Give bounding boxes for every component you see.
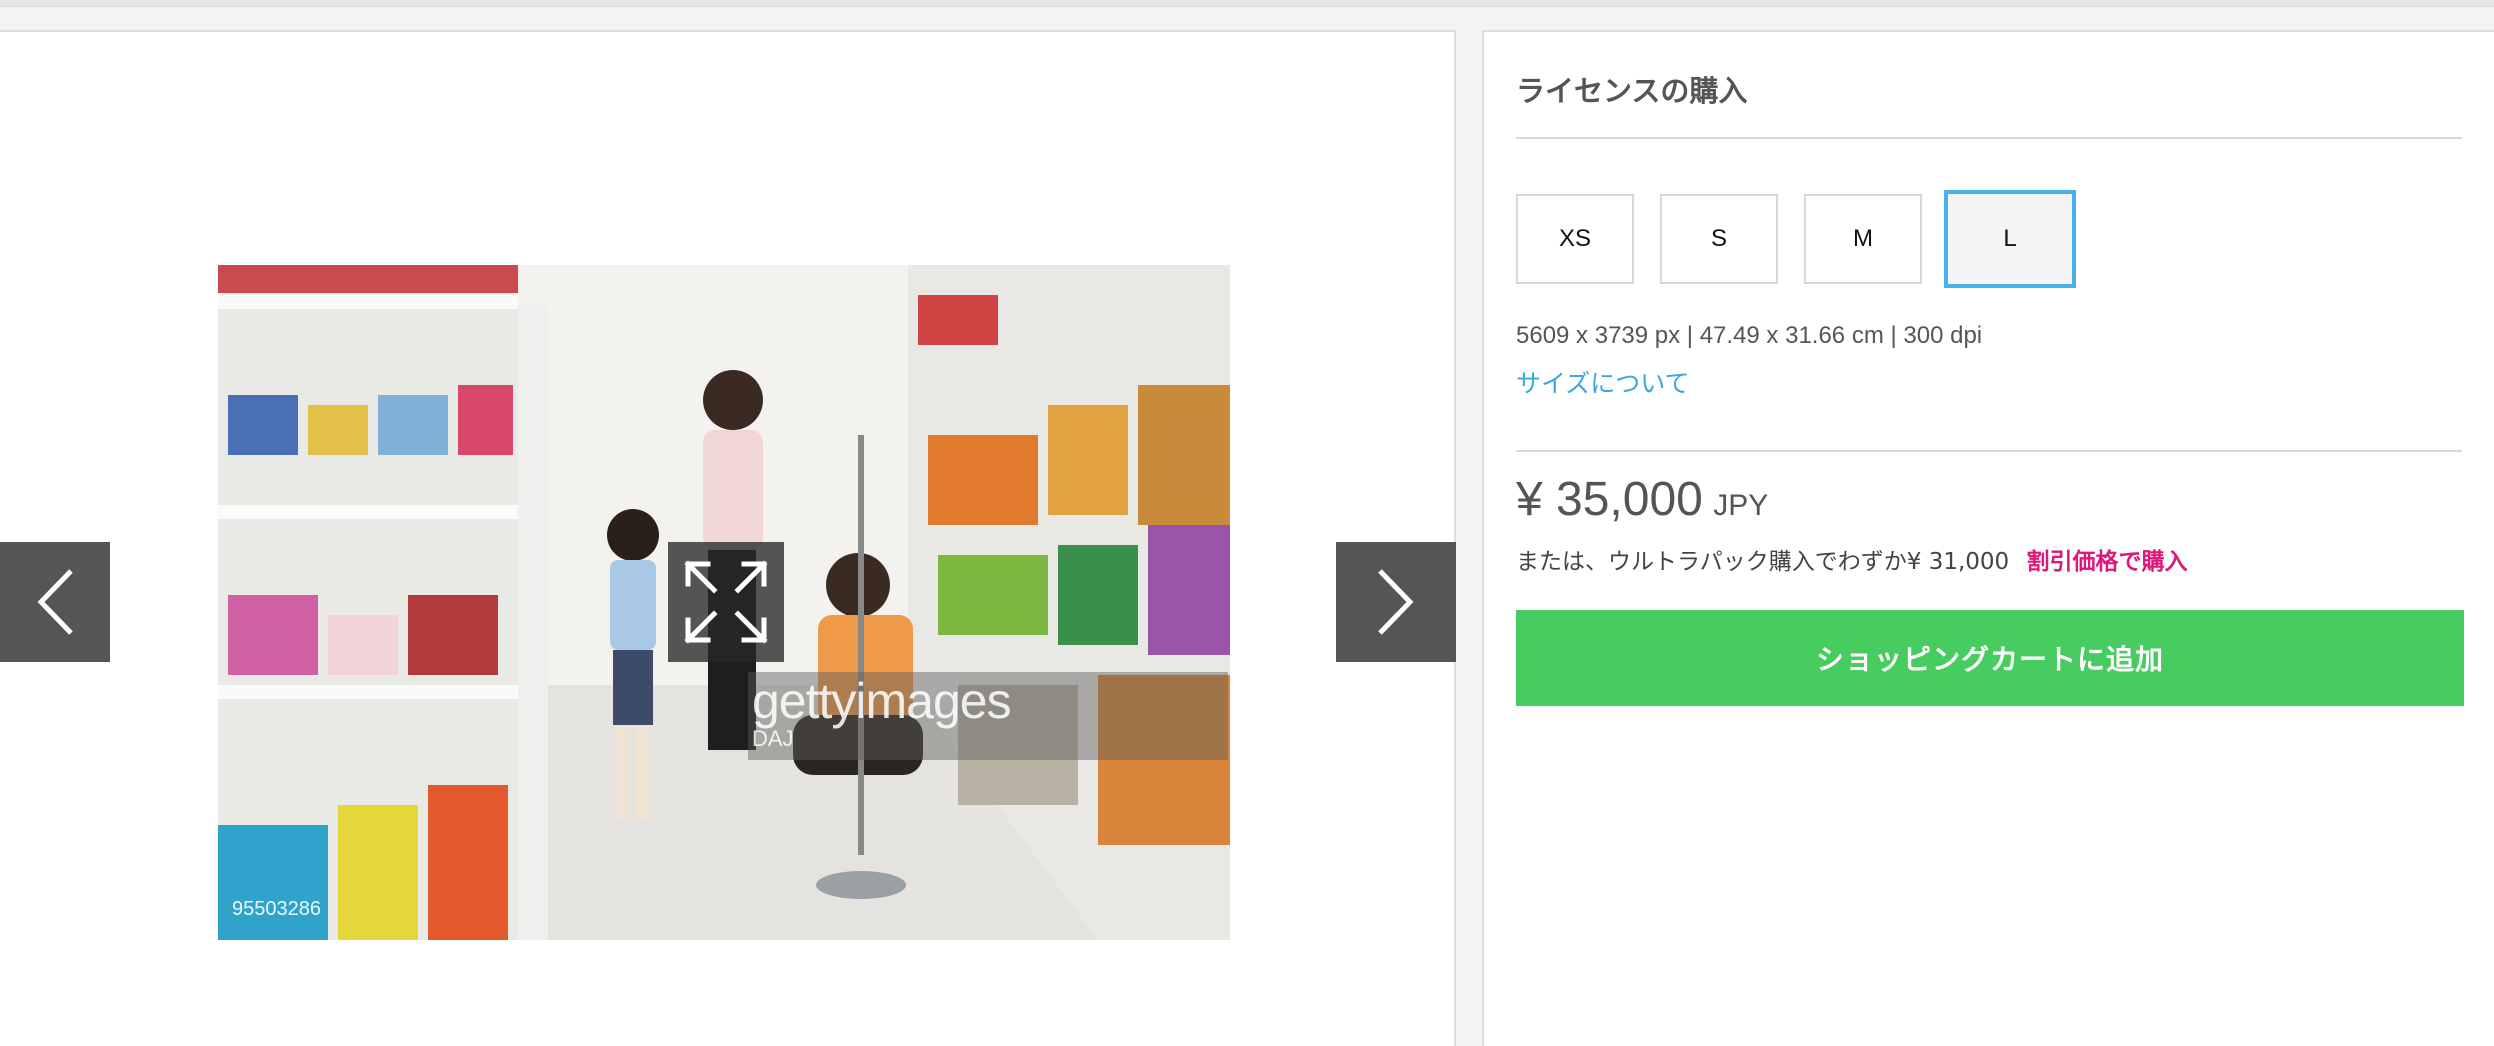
- ultrapack-offer-text: または、ウルトラパック購入でわずか¥ 31,000: [1516, 549, 2010, 575]
- chevron-right-icon: [1378, 569, 1414, 635]
- previous-image-button[interactable]: [0, 542, 110, 662]
- expand-icon: [684, 560, 768, 644]
- license-panel: ライセンスの購入 XS S M L 5609 x 3739 px | 47.49…: [1482, 30, 2494, 1046]
- browser-top-strip: [0, 0, 2494, 7]
- size-option-xs[interactable]: XS: [1516, 194, 1634, 284]
- add-to-cart-button[interactable]: ショッピングカートに追加: [1516, 610, 2464, 706]
- price-currency: JPY: [1713, 489, 1769, 522]
- expand-button[interactable]: [668, 542, 784, 662]
- size-spec: 5609 x 3739 px | 47.49 x 31.66 cm | 300 …: [1516, 322, 1983, 349]
- divider: [1516, 450, 2462, 452]
- price: ¥ 35,000 JPY: [1516, 472, 1768, 527]
- ultrapack-offer: または、ウルトラパック購入でわずか¥ 31,000 割引価格で購入: [1516, 542, 2188, 576]
- size-option-l[interactable]: L: [1944, 190, 2076, 288]
- chevron-left-icon: [37, 569, 73, 635]
- price-amount: ¥ 35,000: [1516, 473, 1703, 526]
- size-option-s[interactable]: S: [1660, 194, 1778, 284]
- watermark-photographer: DAJ: [752, 726, 794, 751]
- image-viewer: gettyimages DAJ 95503286: [0, 30, 1456, 1046]
- next-image-button[interactable]: [1336, 542, 1456, 662]
- image-id: 95503286: [232, 898, 321, 920]
- license-title: ライセンスの購入: [1516, 74, 1748, 108]
- watermark-brand: gettyimages: [752, 673, 1012, 729]
- size-option-m[interactable]: M: [1804, 194, 1922, 284]
- divider: [1516, 137, 2462, 139]
- discount-purchase-link[interactable]: 割引価格で購入: [2027, 549, 2188, 575]
- about-sizes-link[interactable]: サイズについて: [1516, 364, 1690, 400]
